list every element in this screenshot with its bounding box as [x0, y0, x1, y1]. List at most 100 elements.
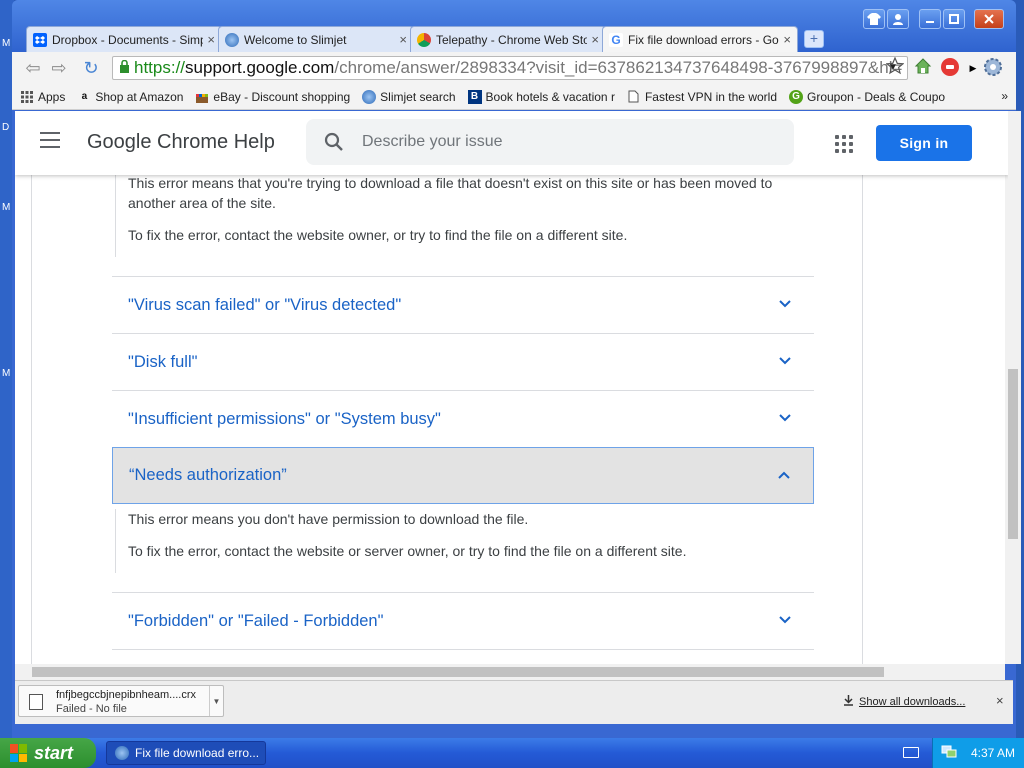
apps-grid-icon: [20, 90, 34, 104]
download-shelf: fnfjbegccbjnepibnheam....crx Failed - No…: [15, 680, 1013, 724]
new-tab-button[interactable]: +: [804, 30, 824, 48]
page-icon: [627, 90, 641, 104]
lock-icon: [119, 59, 130, 76]
horizontal-scroll-thumb[interactable]: [32, 667, 884, 677]
desktop-letter: D: [2, 122, 10, 133]
tab-web-store[interactable]: Telepathy - Chrome Web Sto ×: [410, 26, 606, 52]
extension-menu-icon[interactable]: ▶: [962, 57, 984, 79]
windows-logo-icon: [10, 744, 28, 762]
maximize-button[interactable]: [943, 9, 965, 29]
home-icon[interactable]: [912, 57, 934, 79]
bookmarks-overflow-button[interactable]: »: [1001, 89, 1008, 103]
accordion-title: "Insufficient permissions" or "System bu…: [128, 409, 441, 428]
tab-close-icon[interactable]: ×: [783, 32, 791, 47]
tab-dropbox[interactable]: Dropbox - Documents - Simpl ×: [26, 26, 222, 52]
bookmark-amazon[interactable]: a Shop at Amazon: [77, 90, 184, 104]
tab-slimjet[interactable]: Welcome to Slimjet ×: [218, 26, 414, 52]
minimize-button[interactable]: [919, 9, 941, 29]
browser-window: Dropbox - Documents - Simpl × Welcome to…: [12, 0, 1021, 738]
body-paragraph: To fix the error, contact the website or…: [128, 543, 687, 559]
tab-title: Telepathy - Chrome Web Sto: [436, 32, 588, 47]
show-all-downloads-link[interactable]: Show all downloads...: [843, 695, 965, 708]
theme-icon[interactable]: [863, 9, 885, 29]
close-window-button[interactable]: [974, 9, 1004, 29]
tab-close-icon[interactable]: ×: [399, 32, 407, 47]
accordion-title: "Forbidden" or "Failed - Forbidden": [128, 611, 384, 630]
settings-gear-icon[interactable]: [982, 57, 1004, 79]
adblock-icon[interactable]: [939, 57, 961, 79]
accordion-title: "Disk full": [128, 352, 198, 371]
tab-close-icon[interactable]: ×: [591, 32, 599, 47]
network-icon[interactable]: [941, 745, 957, 762]
body-paragraph: To fix the error, contact the website ow…: [128, 227, 628, 243]
keyboard-icon[interactable]: [903, 747, 919, 758]
accordion-divider: [112, 649, 814, 664]
chevron-down-icon: [779, 414, 791, 422]
profile-icon[interactable]: [887, 9, 909, 29]
booking-icon: B: [467, 89, 482, 104]
tab-title: Fix file download errors - Goo: [628, 32, 780, 47]
vertical-scroll-thumb[interactable]: [1008, 369, 1018, 539]
download-file-name: fnfjbegccbjnepibnheam....crx: [56, 689, 197, 701]
back-button[interactable]: ⇦: [22, 58, 44, 78]
url-path: /chrome/answer/2898334?visit_id=63786213…: [334, 58, 903, 77]
title-bar: Dropbox - Documents - Simpl × Welcome to…: [12, 0, 1016, 52]
search-input[interactable]: Describe your issue: [306, 119, 794, 165]
bookmark-slimjet-search[interactable]: Slimjet search: [362, 89, 456, 104]
vertical-scrollbar[interactable]: [1005, 111, 1021, 664]
tab-close-icon[interactable]: ×: [207, 32, 215, 47]
accordion-needs-authorization[interactable]: “Needs authorization”: [112, 447, 814, 504]
accordion-title: "Virus scan failed" or "Virus detected": [128, 295, 402, 314]
horizontal-scrollbar[interactable]: [15, 664, 1005, 680]
download-menu-button[interactable]: ▼: [209, 686, 223, 716]
accordion-disk-full[interactable]: "Disk full": [112, 333, 814, 390]
amazon-icon: a: [81, 91, 88, 102]
tab-title: Welcome to Slimjet: [244, 32, 347, 47]
google-apps-icon[interactable]: [835, 135, 853, 153]
close-shelf-button[interactable]: ×: [996, 693, 1004, 708]
bookmark-label: eBay - Discount shopping: [213, 89, 351, 104]
site-title[interactable]: Google Chrome Help: [87, 131, 275, 154]
url-host: support.google.com: [185, 58, 335, 77]
sign-in-button[interactable]: Sign in: [876, 125, 972, 161]
tab-chrome-help[interactable]: G Fix file download errors - Goo ×: [602, 26, 798, 52]
chrome-web-store-icon: [417, 32, 431, 47]
address-bar[interactable]: https:// support.google.com /chrome/answ…: [112, 56, 908, 80]
search-icon: [324, 132, 343, 151]
tab-strip: Dropbox - Documents - Simpl × Welcome to…: [26, 26, 824, 52]
accordion-insufficient-permissions[interactable]: "Insufficient permissions" or "System bu…: [112, 390, 814, 447]
download-arrow-icon: [844, 695, 853, 706]
body-paragraph: This error means that you're trying to d…: [128, 175, 773, 211]
globe-icon: [362, 89, 377, 104]
bookmark-label: Fastest VPN in the world: [644, 89, 777, 104]
download-item[interactable]: fnfjbegccbjnepibnheam....crx Failed - No…: [18, 685, 224, 717]
help-header: Google Chrome Help Describe your issue S…: [15, 111, 1008, 175]
bookmark-booking[interactable]: B Book hotels & vacation r: [467, 89, 615, 104]
show-all-label: Show all downloads...: [859, 696, 966, 708]
dropbox-icon: [33, 32, 47, 47]
bookmark-apps[interactable]: Apps: [20, 90, 65, 104]
accordion-virus-scan[interactable]: "Virus scan failed" or "Virus detected": [112, 276, 814, 333]
globe-icon: [225, 32, 239, 47]
reload-button[interactable]: ↻: [80, 58, 102, 78]
bookmark-star-icon[interactable]: [884, 56, 906, 79]
taskbar-window-button[interactable]: Fix file download erro...: [106, 741, 266, 765]
accordion-forbidden[interactable]: "Forbidden" or "Failed - Forbidden": [112, 592, 814, 649]
clock[interactable]: 4:37 AM: [971, 746, 1015, 760]
chevron-down-icon: [779, 357, 791, 365]
menu-icon[interactable]: [40, 132, 60, 148]
start-label: start: [34, 742, 74, 763]
globe-icon: [115, 746, 129, 760]
bookmark-groupon[interactable]: G Groupon - Deals & Coupo: [789, 89, 946, 104]
bookmark-ebay[interactable]: eBay - Discount shopping: [195, 90, 350, 104]
start-button[interactable]: start: [0, 738, 96, 768]
bookmark-vpn[interactable]: Fastest VPN in the world: [627, 90, 777, 104]
forward-button[interactable]: ⇨: [48, 58, 70, 78]
toolbar: ⇦ ⇨ ↻ https:// support.google.com /chrom…: [12, 52, 1016, 84]
article-content: This error means that you're trying to d…: [31, 175, 863, 664]
tab-title: Dropbox - Documents - Simpl: [52, 32, 204, 47]
groupon-icon: G: [789, 89, 803, 104]
accordion-title: “Needs authorization”: [129, 466, 287, 484]
url-scheme: https://: [134, 58, 186, 77]
bookmark-label: Groupon - Deals & Coupo: [807, 89, 946, 104]
